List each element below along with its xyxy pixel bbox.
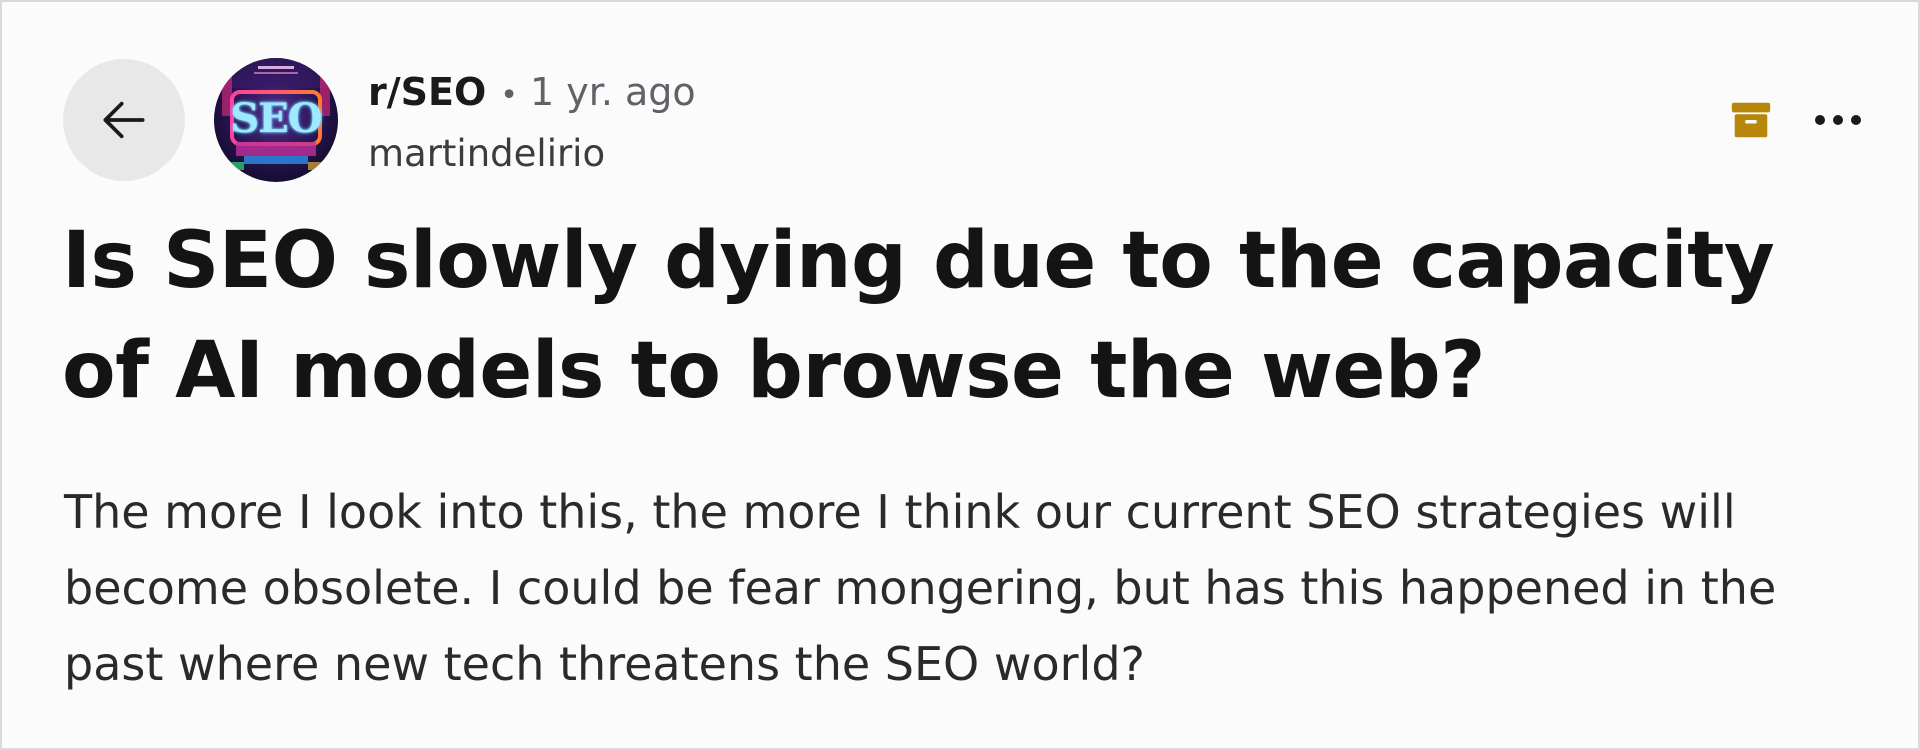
post-age: 1 yr. ago [529, 70, 696, 114]
post-meta-line: r/SEO • 1 yr. ago [368, 62, 696, 126]
meta-separator: • [500, 78, 518, 113]
arrow-left-icon [103, 101, 145, 139]
more-options-button[interactable] [1810, 98, 1866, 142]
author-link[interactable]: martindelirio [368, 126, 696, 182]
subreddit-avatar[interactable]: SEO [214, 58, 338, 182]
save-button[interactable] [1728, 97, 1774, 143]
subreddit-link[interactable]: r/SEO [368, 62, 486, 122]
post-body: The more I look into this, the more I th… [64, 485, 1777, 691]
post-meta: r/SEO • 1 yr. ago martindelirio [368, 62, 696, 182]
more-horizontal-icon [1815, 115, 1861, 125]
avatar-text: SEO [230, 95, 322, 142]
post-card: SEO r/SEO • 1 yr. ago martindelirio Is S… [0, 0, 1920, 750]
post-title[interactable]: Is SEO slowly dying due to the capacity … [62, 206, 1862, 426]
back-button[interactable] [63, 59, 185, 181]
archive-box-icon [1731, 102, 1771, 138]
